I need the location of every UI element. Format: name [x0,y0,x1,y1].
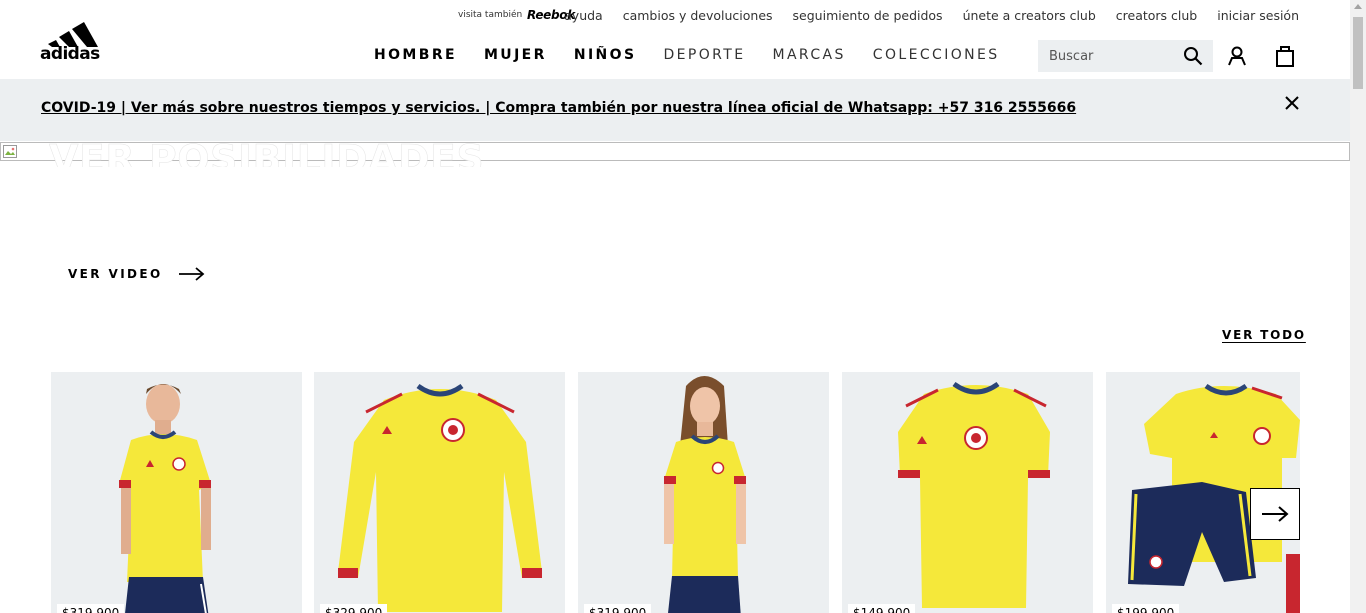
covid-banner: COVID-19 | Ver más sobre nuestros tiempo… [0,79,1350,141]
product-price: $329.900 [320,604,388,613]
product-price: $149.900 [848,604,916,613]
covid-banner-link[interactable]: COVID-19 | Ver más sobre nuestros tiempo… [41,100,1076,116]
product-image-long-sleeve-jersey [338,383,542,612]
scroll-up-arrow-icon[interactable] [1354,4,1362,9]
utility-links: ayuda cambios y devoluciones seguimiento… [564,8,1299,23]
scrollbar-thumb[interactable] [1353,17,1363,89]
search-icon[interactable] [1183,46,1203,66]
product-image-short-sleeve-jersey [898,381,1050,608]
product-carousel: $319.900 $329.900 $319.900 $149.900 $199… [51,372,1300,613]
product-price: $319.900 [584,604,652,613]
product-image-woman-jersey [664,376,746,613]
product-card[interactable]: $329.900 [314,372,565,613]
product-card[interactable]: $149.900 [842,372,1093,613]
arrow-right-icon [1262,506,1289,522]
product-image-man-jersey [119,384,211,613]
broken-image-icon [3,145,17,158]
utility-link-cambios[interactable]: cambios y devoluciones [623,8,773,23]
nav-item-marcas[interactable]: MARCAS [772,47,845,63]
ver-video-button[interactable]: VER VIDEO [68,267,205,281]
adidas-wordmark[interactable]: adidas [40,44,100,64]
product-price: $199.900 [1112,604,1180,613]
nav-item-deporte[interactable]: DEPORTE [663,47,745,63]
ver-todo-link[interactable]: VER TODO [1222,328,1306,342]
arrow-right-icon [178,267,205,281]
main-nav: HOMBRE MUJER NIÑOS DEPORTE MARCAS COLECC… [374,47,1000,63]
nav-item-colecciones[interactable]: COLECCIONES [873,47,1000,63]
utility-link-iniciar-sesion[interactable]: iniciar sesión [1217,8,1299,23]
utility-link-ayuda[interactable]: ayuda [564,8,603,23]
hero-title: VER POSIBILIDADES [49,137,485,167]
close-icon[interactable] [1283,94,1301,112]
nav-item-mujer[interactable]: MUJER [484,47,547,63]
visit-also-label: visita también [458,10,523,20]
shopping-bag-icon[interactable] [1275,45,1295,67]
page-scrollbar[interactable] [1350,0,1366,613]
nav-item-ninos[interactable]: NIÑOS [574,47,637,63]
user-icon[interactable] [1227,46,1247,66]
product-card[interactable]: $319.900 [578,372,829,613]
utility-link-unete[interactable]: únete a creators club [963,8,1096,23]
search-box [1038,40,1213,72]
ver-video-label: VER VIDEO [68,267,163,281]
product-price: $319.900 [57,604,125,613]
product-card[interactable]: $319.900 [51,372,302,613]
nav-item-hombre[interactable]: HOMBRE [374,47,457,63]
search-input[interactable] [1038,40,1178,72]
utility-bar: visita también Reebok ayuda cambios y de… [0,0,1350,32]
utility-link-seguimiento[interactable]: seguimiento de pedidos [793,8,943,23]
utility-link-creators-club[interactable]: creators club [1116,8,1197,23]
carousel-next-button[interactable] [1250,488,1300,540]
